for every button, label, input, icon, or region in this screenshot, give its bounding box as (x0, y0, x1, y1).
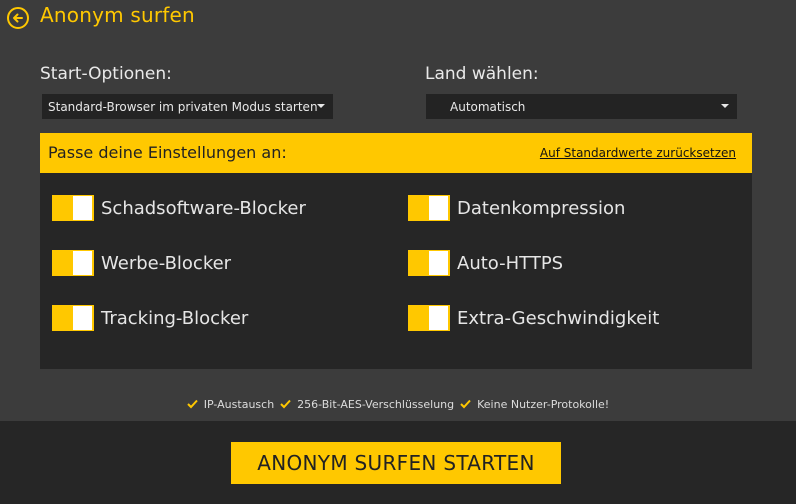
toggle-switch[interactable] (52, 250, 94, 276)
chevron-down-icon (721, 104, 729, 108)
toggle-switch[interactable] (408, 195, 450, 221)
feature-label: 256-Bit-AES-Verschlüsselung (297, 397, 455, 411)
feature-label: IP-Austausch (203, 397, 275, 411)
toggle-label: Extra-Geschwindigkeit (457, 307, 660, 329)
settings-title: Passe deine Einstellungen an: (48, 143, 287, 162)
toggle-label: Tracking-Blocker (101, 307, 249, 329)
toggle-label: Werbe-Blocker (101, 252, 232, 274)
checkmark-icon (280, 399, 291, 409)
toggle-knob (73, 251, 92, 275)
toggle-extra-speed[interactable]: Extra-Geschwindigkeit (408, 304, 659, 332)
toggle-knob (429, 251, 448, 275)
chevron-down-icon (317, 104, 325, 108)
toggle-data-compression[interactable]: Datenkompression (408, 194, 625, 222)
country-label: Land wählen: (425, 64, 539, 84)
settings-header: Passe deine Einstellungen an: Auf Standa… (40, 133, 752, 173)
toggle-label: Auto-HTTPS (457, 252, 564, 274)
toggle-label: Schadsoftware-Blocker (101, 197, 306, 219)
feature-item: IP-Austausch (187, 398, 274, 411)
back-button[interactable] (7, 7, 29, 29)
feature-item: 256-Bit-AES-Verschlüsselung (280, 398, 454, 411)
toggle-knob (73, 306, 92, 330)
reset-defaults-link[interactable]: Auf Standardwerte zurücksetzen (540, 146, 736, 160)
country-dropdown[interactable]: Automatisch (426, 94, 737, 119)
arrow-left-icon (13, 13, 23, 23)
checkmark-icon (187, 399, 198, 409)
toggle-knob (73, 196, 92, 220)
toggle-malware-blocker[interactable]: Schadsoftware-Blocker (52, 194, 306, 222)
toggle-switch[interactable] (408, 305, 450, 331)
feature-label: Keine Nutzer-Protokolle! (477, 397, 610, 411)
start-options-dropdown[interactable]: Standard-Browser im privaten Modus start… (42, 94, 333, 119)
country-value: Automatisch (450, 99, 526, 114)
checkmark-icon (460, 399, 471, 409)
start-anonymous-browsing-button[interactable]: ANONYM SURFEN STARTEN (231, 442, 561, 484)
page-title: Anonym surfen (40, 3, 195, 27)
toggle-tracking-blocker[interactable]: Tracking-Blocker (52, 304, 248, 332)
toggle-switch[interactable] (408, 250, 450, 276)
start-options-value: Standard-Browser im privaten Modus start… (48, 99, 318, 114)
toggle-auto-https[interactable]: Auto-HTTPS (408, 249, 563, 277)
toggle-knob (429, 196, 448, 220)
toggle-knob (429, 306, 448, 330)
toggle-label: Datenkompression (457, 197, 626, 219)
toggle-switch[interactable] (52, 305, 94, 331)
feature-item: Keine Nutzer-Protokolle! (460, 398, 609, 411)
feature-list: IP-Austausch 256-Bit-AES-Verschlüsselung… (0, 396, 796, 412)
start-options-label: Start-Optionen: (40, 64, 172, 84)
header: Anonym surfen (0, 0, 796, 36)
toggle-switch[interactable] (52, 195, 94, 221)
toggle-ad-blocker[interactable]: Werbe-Blocker (52, 249, 231, 277)
